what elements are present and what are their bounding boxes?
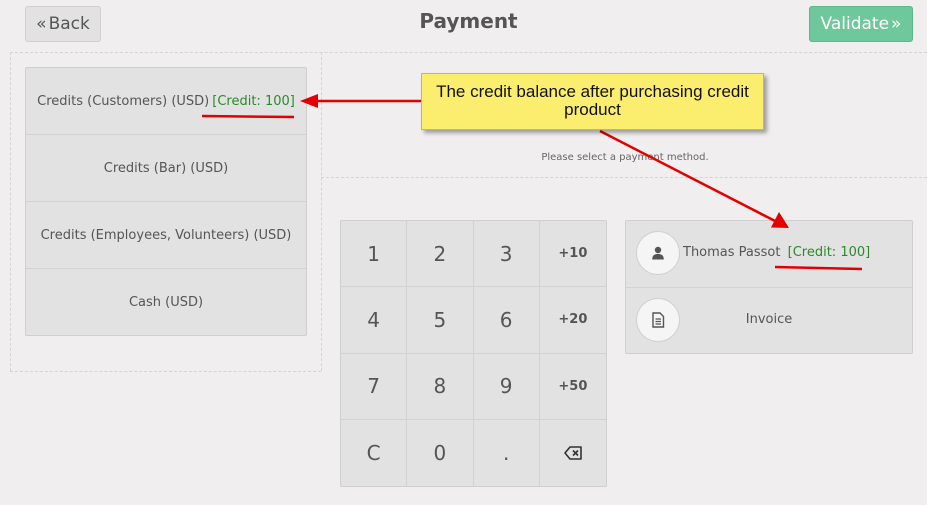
payment-method-label: Credits (Customers) (USD)	[37, 93, 210, 109]
double-chevron-right-icon: »	[891, 14, 902, 34]
payment-method-cash[interactable]: Cash (USD)	[26, 269, 306, 335]
customer-avatar	[636, 231, 680, 275]
numpad-key-2[interactable]: 2	[407, 221, 474, 288]
numpad-key-6[interactable]: 6	[473, 287, 540, 354]
numpad-key-plus10[interactable]: +10	[539, 221, 606, 288]
numpad-key-plus20[interactable]: +20	[539, 287, 606, 354]
numpad-key-backspace[interactable]	[540, 420, 606, 486]
customer-button[interactable]: Thomas Passot [Credit: 100]	[626, 221, 912, 287]
numpad-key-decimal[interactable]: .	[474, 419, 540, 486]
left-panel-bottom-separator	[10, 371, 321, 372]
payment-method-label: Credits (Employees, Volunteers) (USD)	[40, 227, 292, 243]
customer-name-line: Thomas Passot [Credit: 100]	[683, 245, 870, 260]
numpad-key-7[interactable]: 7	[341, 353, 408, 420]
numpad-key-clear[interactable]: C	[341, 419, 408, 486]
numpad-key-8[interactable]: 8	[407, 353, 474, 420]
user-icon	[652, 246, 664, 260]
customer-credit-badge: [Credit: 100]	[787, 245, 871, 260]
right-panel-separator	[321, 177, 927, 178]
customer-name: Thomas Passot	[683, 245, 781, 260]
numpad-key-plus50[interactable]: +50	[539, 354, 606, 420]
payment-method-credits-bar[interactable]: Credits (Bar) (USD)	[26, 135, 306, 202]
invoice-button[interactable]: Invoice	[626, 287, 912, 354]
payment-method-credits-employees[interactable]: Credits (Employees, Volunteers) (USD)	[26, 202, 306, 269]
numpad-key-9[interactable]: 9	[473, 353, 540, 420]
select-method-hint: Please select a payment method.	[541, 152, 709, 163]
numpad-key-3[interactable]: 3	[473, 221, 540, 288]
payment-method-label: Credits (Bar) (USD)	[103, 160, 229, 176]
customer-panel: Thomas Passot [Credit: 100] Invoice	[625, 220, 913, 354]
payment-method-list: Credits (Customers) (USD) [Credit: 100] …	[25, 67, 307, 336]
numpad-key-5[interactable]: 5	[407, 287, 474, 354]
credit-balance-badge: [Credit: 100]	[212, 93, 295, 109]
numpad-key-1[interactable]: 1	[341, 221, 408, 288]
backspace-icon	[564, 446, 582, 460]
page-title: Payment	[419, 9, 518, 33]
payment-method-label: Cash (USD)	[128, 294, 204, 310]
numpad-key-4[interactable]: 4	[341, 287, 408, 354]
validate-button[interactable]: Validate »	[809, 6, 913, 42]
annotation-arrow-to-customer	[599, 129, 776, 223]
numpad-key-0[interactable]: 0	[407, 419, 474, 486]
validate-button-label: Validate	[820, 14, 890, 34]
payment-method-credits-customers[interactable]: Credits (Customers) (USD) [Credit: 100]	[26, 68, 306, 135]
annotation-callout: The credit balance after purchasing cred…	[421, 73, 764, 130]
left-panel-separator	[321, 52, 322, 371]
numpad: 1 2 3 +10 4 5 6 +20 7 8 9 +50 C 0 .	[340, 220, 607, 487]
invoice-label: Invoice	[745, 312, 793, 327]
page-left-border	[10, 52, 11, 371]
header-separator	[10, 52, 927, 53]
